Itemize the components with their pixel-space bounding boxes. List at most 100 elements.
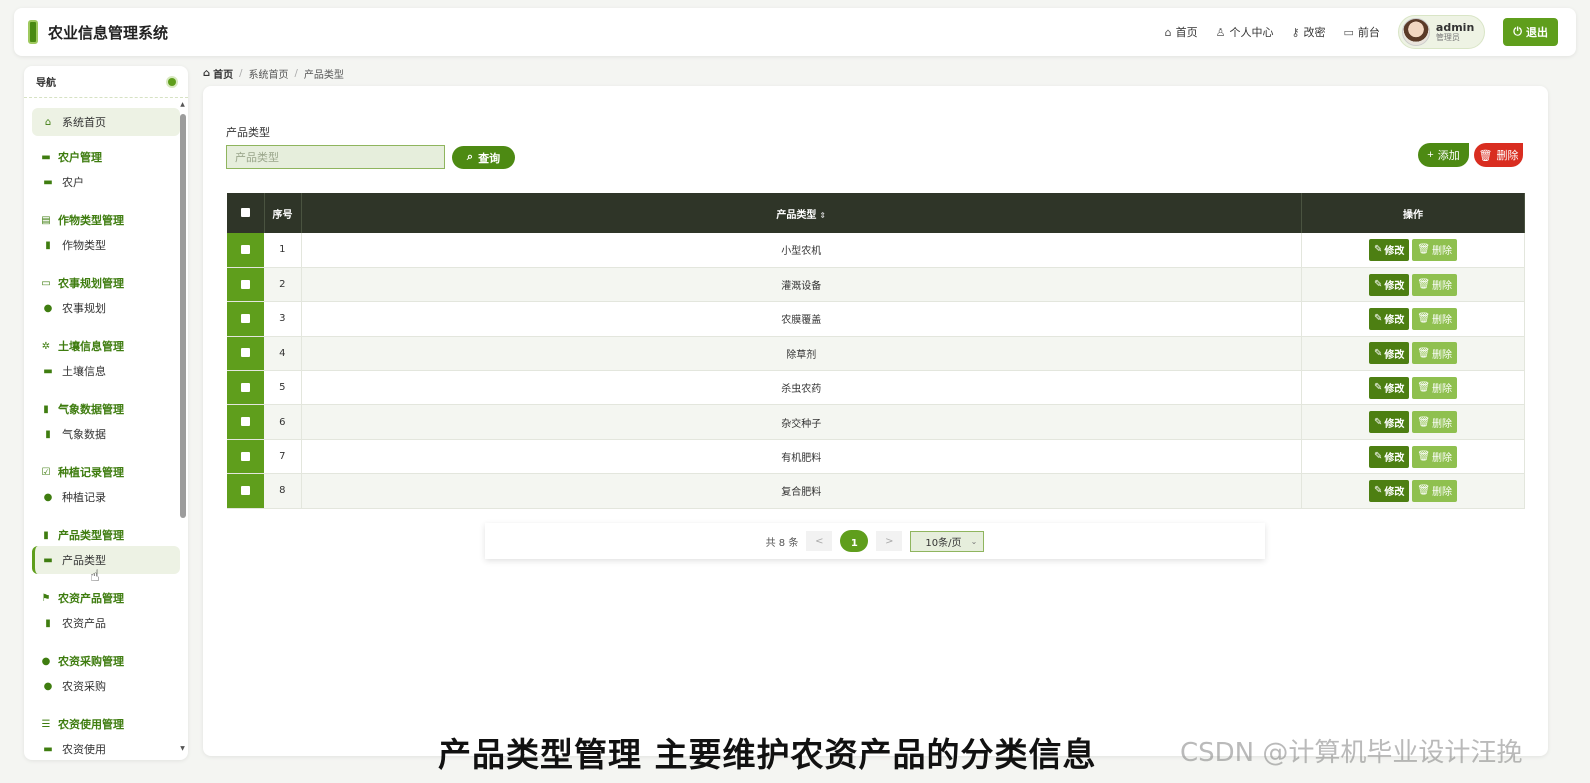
sidebar-menu: ⌂ 系统首页 ▬ 农户管理 ▬ 农户 ▤ 作物类型管理 ▮ 作物类型 ▭ 农事规划管理 ●… (24, 98, 188, 760)
table-row: 2 灌溉设备 ✎ 修改 🗑 删除 (227, 267, 1525, 303)
power-icon: ⏻ (1513, 25, 1522, 38)
row-checkbox[interactable] (241, 451, 250, 461)
add-button[interactable]: + 添加 (1418, 143, 1469, 167)
table-row: 7 有机肥料 ✎ 修改 🗑 删除 (227, 439, 1525, 475)
query-button[interactable]: ⌕ 查询 (452, 146, 515, 169)
sidebar-item-soil[interactable]: ▬ 土壤信息 (32, 357, 180, 385)
sidebar-group-usage[interactable]: ☰ 农资使用管理 (32, 713, 180, 735)
current-page[interactable]: 1 (840, 530, 869, 552)
page-size-select[interactable]: 10条/页 ⌄ (910, 530, 985, 552)
sidebar-group-product-type[interactable]: ▮ 产品类型管理 (32, 524, 180, 546)
hand-cursor-icon: ☝ (90, 566, 100, 585)
delete-button[interactable]: 🗑 删除 (1412, 479, 1458, 502)
edit-button[interactable]: ✎ 修改 (1368, 307, 1410, 330)
delete-button[interactable]: 🗑 删除 (1412, 411, 1458, 434)
delete-button[interactable]: 🗑 删除 (1412, 238, 1458, 261)
row-product-type: 杂交种子 (301, 404, 1302, 440)
user-chip[interactable]: admin 管理员 (1397, 15, 1486, 49)
sidebar-group-farmer[interactable]: ▬ 农户管理 (32, 146, 180, 168)
sidebar-item-usage[interactable]: ▬ 农资使用 (32, 735, 180, 760)
table-header-row: 序号 产品类型 ⇕ 操作 (227, 193, 1525, 233)
scroll-down-icon[interactable]: ▼ (179, 746, 186, 752)
edit-button[interactable]: ✎ 修改 (1368, 238, 1410, 261)
sidebar-group-planting[interactable]: ☑ 种植记录管理 (32, 461, 180, 483)
delete-button[interactable]: 🗑 删除 (1412, 376, 1458, 399)
delete-button[interactable]: 🗑 删除 (1412, 307, 1458, 330)
group-title-label: 农资产品管理 (58, 592, 124, 605)
row-checkbox[interactable] (241, 348, 250, 358)
batch-delete-button[interactable]: 🗑 删除 (1474, 143, 1523, 167)
logout-button[interactable]: ⏻ 退出 (1503, 18, 1558, 46)
breadcrumb-item[interactable]: 系统首页 (249, 66, 289, 81)
edit-button[interactable]: ✎ 修改 (1368, 479, 1410, 502)
delete-button[interactable]: 🗑 删除 (1412, 342, 1458, 365)
row-checkbox[interactable] (241, 313, 250, 323)
sidebar-scrollbar[interactable]: ▲ ▼ (179, 102, 186, 752)
nav-password-label: 改密 (1303, 26, 1326, 39)
breadcrumb-home[interactable]: ⌂ 首页 (203, 66, 233, 81)
sidebar-group-agri-product[interactable]: ⚑ 农资产品管理 (32, 587, 180, 609)
nav-password[interactable]: ⚷ 改密 (1291, 24, 1325, 40)
edit-button[interactable]: ✎ 修改 (1368, 342, 1410, 365)
plus-icon: + (1427, 149, 1434, 161)
edit-icon: ✎ (1373, 485, 1383, 497)
group-title-label: 产品类型管理 (58, 529, 124, 542)
trash-icon: 🗑 (1417, 485, 1431, 497)
scroll-thumb[interactable] (180, 114, 186, 518)
row-checkbox[interactable] (241, 382, 250, 392)
row-checkbox[interactable] (241, 244, 250, 254)
table-row: 5 杀虫农药 ✎ 修改 🗑 删除 (227, 370, 1525, 406)
add-label: 添加 (1437, 150, 1460, 162)
nav-profile[interactable]: ♙ 个人中心 (1216, 24, 1274, 40)
sidebar-group-purchase[interactable]: ● 农资采购管理 (32, 650, 180, 672)
sidebar-item-home[interactable]: ⌂ 系统首页 (32, 108, 180, 136)
sort-icon[interactable]: ⇕ (819, 211, 826, 220)
sidebar-title: 导航 (36, 78, 56, 89)
row-index: 6 (264, 404, 302, 440)
row-checkbox[interactable] (241, 417, 250, 427)
header-type[interactable]: 产品类型 ⇕ (301, 193, 1302, 233)
delete-button[interactable]: 🗑 删除 (1412, 273, 1458, 296)
user-name: admin (1435, 21, 1475, 35)
sliders-icon: ☰ (41, 718, 51, 730)
edit-button[interactable]: ✎ 修改 (1368, 445, 1410, 468)
sidebar-item-crop-type[interactable]: ▮ 作物类型 (32, 231, 180, 259)
sidebar-group-soil[interactable]: ✲ 土壤信息管理 (32, 335, 180, 357)
edit-button[interactable]: ✎ 修改 (1368, 376, 1410, 399)
delete-label: 删除 (1432, 315, 1453, 327)
sidebar-item-farm-plan[interactable]: ● 农事规划 (32, 294, 180, 322)
group-title-label: 农事规划管理 (58, 277, 124, 290)
sidebar-item-agri-product[interactable]: ▮ 农资产品 (32, 609, 180, 637)
sidebar-group-farm-plan[interactable]: ▭ 农事规划管理 (32, 272, 180, 294)
nav-home[interactable]: ⌂ 首页 (1165, 24, 1198, 40)
edit-button[interactable]: ✎ 修改 (1368, 273, 1410, 296)
sidebar-item-planting[interactable]: ● 种植记录 (32, 483, 180, 511)
sidebar-item-weather[interactable]: ▮ 气象数据 (32, 420, 180, 448)
row-select-cell (227, 301, 264, 337)
delete-button[interactable]: 🗑 删除 (1412, 445, 1458, 468)
sidebar-item-label: 农事规划 (62, 302, 106, 315)
sidebar-item-product-type[interactable]: ▬ 产品类型 (32, 546, 180, 574)
row-ops: ✎ 修改 🗑 删除 (1301, 439, 1525, 475)
row-ops: ✎ 修改 🗑 删除 (1301, 404, 1525, 440)
brand-logo (28, 20, 38, 44)
next-page-button[interactable]: > (876, 531, 903, 551)
sidebar-group-weather[interactable]: ▮ 气象数据管理 (32, 398, 180, 420)
row-checkbox[interactable] (241, 485, 250, 495)
row-checkbox[interactable] (241, 279, 250, 289)
edit-icon: ✎ (1373, 451, 1383, 463)
prev-page-button[interactable]: < (806, 531, 833, 551)
edit-button[interactable]: ✎ 修改 (1368, 411, 1410, 434)
nav-frontend[interactable]: ▭ 前台 (1344, 24, 1380, 40)
nav-home-label: 首页 (1175, 26, 1198, 39)
sidebar-item-purchase[interactable]: ● 农资采购 (32, 672, 180, 700)
product-type-search-input[interactable] (226, 145, 445, 169)
sidebar-item-farmer[interactable]: ▬ 农户 (32, 168, 180, 196)
sidebar-group-crop-type[interactable]: ▤ 作物类型管理 (32, 209, 180, 231)
select-all-checkbox[interactable] (240, 208, 250, 217)
row-index: 7 (264, 439, 302, 475)
edit-icon: ✎ (1373, 347, 1383, 359)
breadcrumb-separator: / (294, 67, 298, 79)
location-pin-icon: ● (43, 680, 53, 692)
scroll-up-icon[interactable]: ▲ (179, 102, 186, 108)
